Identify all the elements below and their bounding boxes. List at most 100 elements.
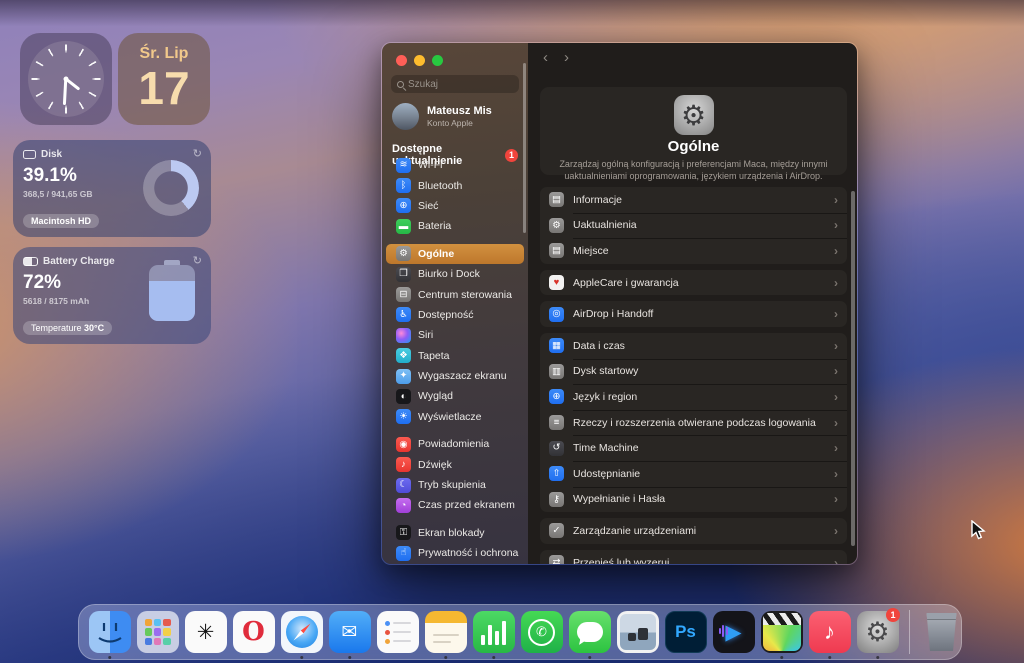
sidebar-item-label: Siri — [418, 329, 433, 341]
accessibility-icon: ♿ — [396, 307, 411, 322]
sidebar-item-wallpaper[interactable]: ❖ Tapeta — [386, 346, 524, 366]
battery-graphic — [149, 260, 195, 322]
dock-whatsapp[interactable]: ✆ — [520, 604, 563, 660]
sidebar-item-siri[interactable]: Siri — [386, 325, 524, 345]
sidebar-item-general[interactable]: ⚙Ogólne — [386, 244, 524, 264]
finder-icon — [89, 611, 131, 653]
dock-system-settings[interactable]: 1 ⚙ — [856, 604, 899, 660]
sidebar-item-wifi[interactable]: ≋Wi-Fi — [386, 155, 524, 175]
language-globe-icon: ⊕ — [549, 389, 564, 404]
sidebar-item-displays[interactable]: ☀Wyświetlacze — [386, 407, 524, 427]
dock-reminders[interactable] — [376, 604, 419, 660]
dock-chatgpt[interactable]: ✳ — [184, 604, 227, 660]
row-airdrop-handoff[interactable]: ◎AirDrop i Handoff› — [540, 301, 847, 327]
dock-launchpad[interactable] — [136, 604, 179, 660]
dock-photoshop[interactable]: Ps — [664, 604, 707, 660]
notes-icon — [425, 611, 467, 653]
sidebar-item-desktop-dock[interactable]: ❒Biurko i Dock — [386, 264, 524, 284]
notifications-bell-icon: ◉ — [396, 437, 411, 452]
sidebar-list: ≋Wi-Fi ᛒBluetooth ⊕Sieć ▬Bateria ⚙Ogólne… — [382, 155, 528, 563]
sidebar-item-label: Prywatność i ochrona — [418, 547, 518, 559]
row-autofill-passwords[interactable]: ⚷Wypełnianie i Hasła› — [540, 487, 847, 513]
calendar-widget[interactable]: Śr. Lip 17 — [118, 33, 210, 125]
displays-icon: ☀ — [396, 409, 411, 424]
dock-safari[interactable] — [280, 604, 323, 660]
dock-mail[interactable]: ✉ — [328, 604, 371, 660]
search-input[interactable] — [408, 79, 513, 90]
dock-notes[interactable] — [424, 604, 467, 660]
row-time-machine[interactable]: ↺Time Machine› — [540, 435, 847, 461]
sidebar-item-privacy[interactable]: ☝ Prywatność i ochrona — [386, 543, 524, 563]
sidebar-item-notifications[interactable]: ◉Powiadomienia — [386, 434, 524, 454]
row-device-management[interactable]: ✓Zarządzanie urządzeniami› — [540, 518, 847, 544]
row-date-time[interactable]: ▦Data i czas› — [540, 333, 847, 359]
content-scrollbar[interactable] — [851, 191, 855, 546]
dock-video-player[interactable]: ▶ — [712, 604, 755, 660]
launchpad-icon — [137, 611, 179, 653]
sidebar-scrollbar[interactable] — [523, 63, 526, 233]
apple-account-row[interactable]: Mateusz Mis Konto Apple — [382, 93, 528, 130]
sidebar-item-label: Wygląd — [418, 390, 453, 402]
chevron-right-icon: › — [834, 307, 838, 321]
appearance-icon: ◐ — [396, 389, 411, 404]
sidebar-item-accessibility[interactable]: ♿Dostępność — [386, 305, 524, 325]
settings-content: ‹ › ⚙ Ogólne Zarządzaj ogólną konfigurac… — [528, 43, 857, 564]
row-language-region[interactable]: ⊕Język i region› — [540, 384, 847, 410]
minimize-button[interactable] — [414, 55, 425, 66]
back-button[interactable]: ‹ — [543, 50, 548, 65]
row-startup-disk[interactable]: ▥Dysk startowy› — [540, 359, 847, 385]
battery-icon: ▬ — [396, 219, 411, 234]
row-storage[interactable]: ▤Miejsce› — [540, 238, 847, 264]
sidebar-item-control-center[interactable]: ⊟Centrum sterowania — [386, 284, 524, 304]
chevron-right-icon: › — [834, 441, 838, 455]
sidebar-item-battery[interactable]: ▬Bateria — [386, 216, 524, 236]
sidebar-item-label: Tapeta — [418, 350, 450, 362]
wallpaper-icon: ❖ — [396, 348, 411, 363]
running-indicator — [828, 656, 832, 660]
dock-finder[interactable] — [88, 604, 131, 660]
dock-opera[interactable]: O — [232, 604, 275, 660]
running-indicator — [108, 656, 112, 660]
dock-numbers[interactable] — [472, 604, 515, 660]
row-sharing[interactable]: ⇧Udostępnianie› — [540, 461, 847, 487]
disk-usage-ring — [143, 160, 199, 216]
sidebar-item-bluetooth[interactable]: ᛒBluetooth — [386, 175, 524, 195]
trash-icon — [925, 613, 959, 651]
sidebar-item-focus[interactable]: ☾Tryb skupienia — [386, 475, 524, 495]
page-description: Zarządzaj ogólną konfiguracją i preferen… — [548, 158, 840, 182]
row-login-items[interactable]: ≡Rzeczy i rozszerzenia otwierane podczas… — [540, 410, 847, 436]
sidebar-item-lock-screen[interactable]: ⚿Ekran blokady — [386, 523, 524, 543]
row-software-update[interactable]: ⚙Uaktualnienia› — [540, 213, 847, 239]
refresh-icon: ↻ — [193, 147, 202, 160]
sidebar-item-network[interactable]: ⊕Sieć — [386, 196, 524, 216]
calendar-day: 17 — [118, 65, 210, 111]
dock-messages[interactable] — [568, 604, 611, 660]
sidebar-item-screen-time[interactable]: ◔Czas przed ekranem — [386, 495, 524, 515]
user-name: Mateusz Mis — [427, 105, 492, 118]
sidebar-search[interactable] — [391, 75, 519, 93]
siri-orb-icon — [396, 328, 411, 343]
general-gear-icon: ⚙ — [674, 95, 714, 135]
chevron-right-icon: › — [834, 244, 838, 258]
row-about[interactable]: ▤Informacje› — [540, 187, 847, 213]
forward-button[interactable]: › — [564, 50, 569, 65]
battery-widget[interactable]: Battery Charge ↻ 72% 5618 / 8175 mAh Tem… — [13, 247, 211, 344]
login-items-list-icon: ≡ — [549, 415, 564, 430]
row-transfer-reset[interactable]: ⇄Przenieś lub wyzeruj› — [540, 550, 847, 565]
clock-widget[interactable] — [20, 33, 112, 125]
chevron-right-icon: › — [834, 390, 838, 404]
privacy-hand-icon: ☝ — [396, 546, 411, 561]
dock-music[interactable]: ♪ — [808, 604, 851, 660]
running-indicator — [588, 656, 592, 660]
disk-widget[interactable]: Disk ↻ 39.1% 368,5 / 941,65 GB Macintosh… — [13, 140, 211, 237]
sidebar-item-screensaver[interactable]: ✦Wygaszacz ekranu — [386, 366, 524, 386]
dock-final-cut-pro[interactable] — [760, 604, 803, 660]
row-applecare[interactable]: ♥AppleCare i gwarancja› — [540, 270, 847, 296]
zoom-button[interactable] — [432, 55, 443, 66]
sidebar-item-sound[interactable]: ♪Dźwięk — [386, 454, 524, 474]
dock-trash[interactable] — [920, 604, 963, 660]
sidebar-item-appearance[interactable]: ◐ Wygląd — [386, 386, 524, 406]
dock-photo-app[interactable] — [616, 604, 659, 660]
close-button[interactable] — [396, 55, 407, 66]
system-settings-window: Mateusz Mis Konto Apple Dostępne uaktual… — [381, 42, 858, 565]
